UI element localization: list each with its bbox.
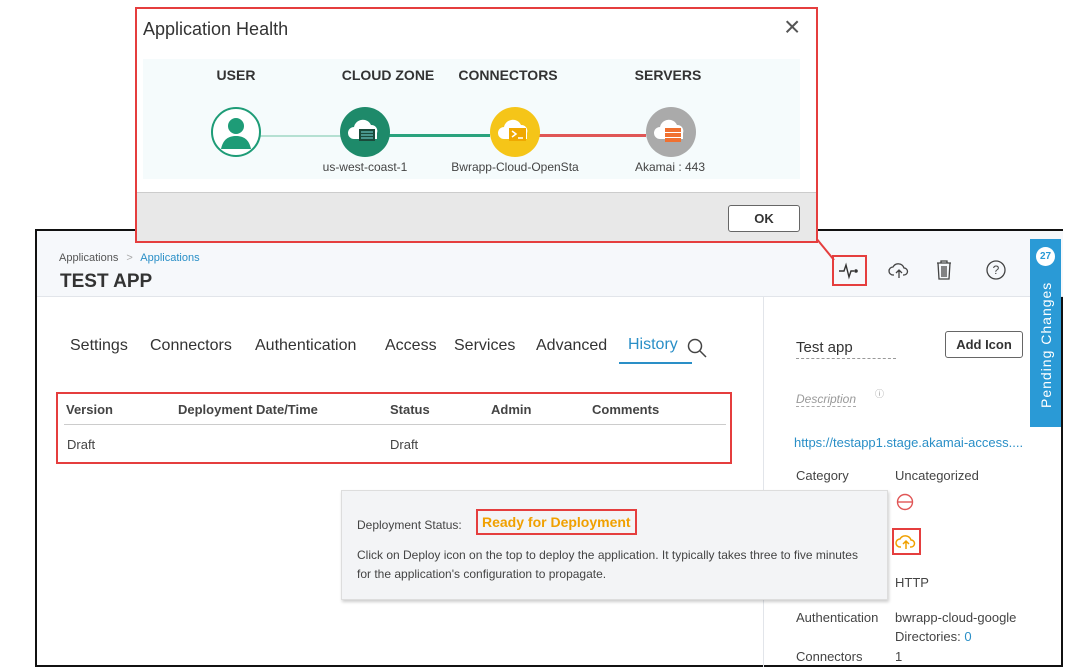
column-comments: Comments <box>592 402 660 417</box>
health-diagram: USER CLOUD ZONE CONNECTORS SERVERS us-we… <box>143 59 800 179</box>
breadcrumb-current[interactable]: Applications <box>140 252 199 264</box>
authentication-label: Authentication <box>796 610 879 625</box>
pending-changes-label: Pending Changes <box>1038 281 1054 408</box>
server-node[interactable] <box>646 107 696 157</box>
app-url-link[interactable]: https://testapp1.stage.akamai-access.... <box>794 435 1023 450</box>
add-icon-button[interactable]: Add Icon <box>945 331 1023 358</box>
status-cell: Draft <box>390 437 419 452</box>
directories-label: Directories: <box>895 629 961 644</box>
server-name: Akamai : 443 <box>634 160 706 174</box>
app-name-field[interactable]: Test app <box>796 339 896 359</box>
cloud-upload-icon[interactable] <box>887 258 911 282</box>
table-row: Draft Draft <box>58 425 730 462</box>
tab-history[interactable]: History <box>619 336 692 364</box>
column-user: USER <box>216 67 256 83</box>
tab-settings[interactable]: Settings <box>70 337 128 355</box>
description-field[interactable]: Description <box>796 392 857 407</box>
column-cloud-zone: CLOUD ZONE <box>341 67 435 83</box>
category-value: Uncategorized <box>895 468 979 483</box>
cloud-upload-icon <box>895 535 916 549</box>
column-divider <box>763 297 764 667</box>
authentication-link[interactable]: bwrapp-cloud-google <box>895 610 1016 625</box>
breadcrumb-root[interactable]: Applications <box>59 252 118 264</box>
column-deployment-date: Deployment Date/Time <box>178 402 318 417</box>
info-icon: ⓘ <box>875 389 885 399</box>
user-node[interactable] <box>211 107 261 157</box>
tab-bar: Settings Connectors Authentication Acces… <box>70 336 720 367</box>
close-icon[interactable]: × <box>784 11 800 43</box>
deployment-status-tooltip: Deployment Status: Ready for Deployment … <box>341 490 888 600</box>
dialog-footer: OK <box>137 192 816 241</box>
tab-advanced[interactable]: Advanced <box>536 337 607 355</box>
pending-count-badge: 27 <box>1036 247 1055 266</box>
svg-text:?: ? <box>993 263 1000 277</box>
tab-access[interactable]: Access <box>385 337 437 355</box>
cloud-zone-node[interactable] <box>340 107 390 157</box>
connectors-count[interactable]: 1 <box>895 649 902 664</box>
version-link[interactable]: Draft <box>67 437 95 452</box>
dialog-title: Application Health <box>143 19 289 39</box>
connector-node[interactable] <box>490 107 540 157</box>
tab-authentication[interactable]: Authentication <box>255 337 356 355</box>
disabled-status-icon <box>896 493 914 511</box>
ok-button[interactable]: OK <box>728 205 800 232</box>
callout-line <box>815 237 835 261</box>
column-status: Status <box>390 402 430 417</box>
connector-icon <box>498 119 528 141</box>
category-label: Category <box>796 468 849 483</box>
breadcrumb-separator: > <box>126 252 133 264</box>
column-version: Version <box>66 402 113 417</box>
tab-connectors[interactable]: Connectors <box>150 337 232 355</box>
deployment-status-label: Deployment Status: <box>357 518 462 532</box>
cloud-zone-icon <box>348 119 378 141</box>
breadcrumb: Applications > Applications <box>59 252 200 264</box>
application-panel: Applications > Applications TEST APP ? S… <box>35 229 1063 667</box>
server-icon <box>654 119 684 142</box>
trash-icon[interactable] <box>934 258 954 282</box>
directories-count[interactable]: 0 <box>964 629 971 644</box>
connectors-label: Connectors <box>796 649 863 664</box>
column-admin: Admin <box>491 402 532 417</box>
cloud-zone-name: us-west-coast-1 <box>322 160 408 174</box>
deploy-status-button[interactable] <box>892 528 921 555</box>
help-icon[interactable]: ? <box>985 259 1007 281</box>
search-icon[interactable] <box>686 337 708 359</box>
directories: Directories: 0 <box>895 629 972 644</box>
deployment-status-value: Ready for Deployment <box>476 509 637 535</box>
column-connectors: CONNECTORS <box>458 67 558 83</box>
page-title: TEST APP <box>60 271 153 292</box>
protocol-value: HTTP <box>895 575 929 590</box>
history-table: Version Deployment Date/Time Status Admi… <box>56 392 732 464</box>
connector-name: Bwrapp-Cloud-OpenSta <box>451 160 579 174</box>
user-icon <box>221 118 251 149</box>
deployment-help-text: Click on Deploy icon on the top to deplo… <box>357 548 858 581</box>
pending-changes-tab[interactable]: 27 Pending Changes <box>1030 239 1061 427</box>
column-servers: SERVERS <box>634 67 702 83</box>
tab-services[interactable]: Services <box>454 337 515 355</box>
application-health-dialog: Application Health × USER CLOUD ZONE CON… <box>135 7 818 243</box>
